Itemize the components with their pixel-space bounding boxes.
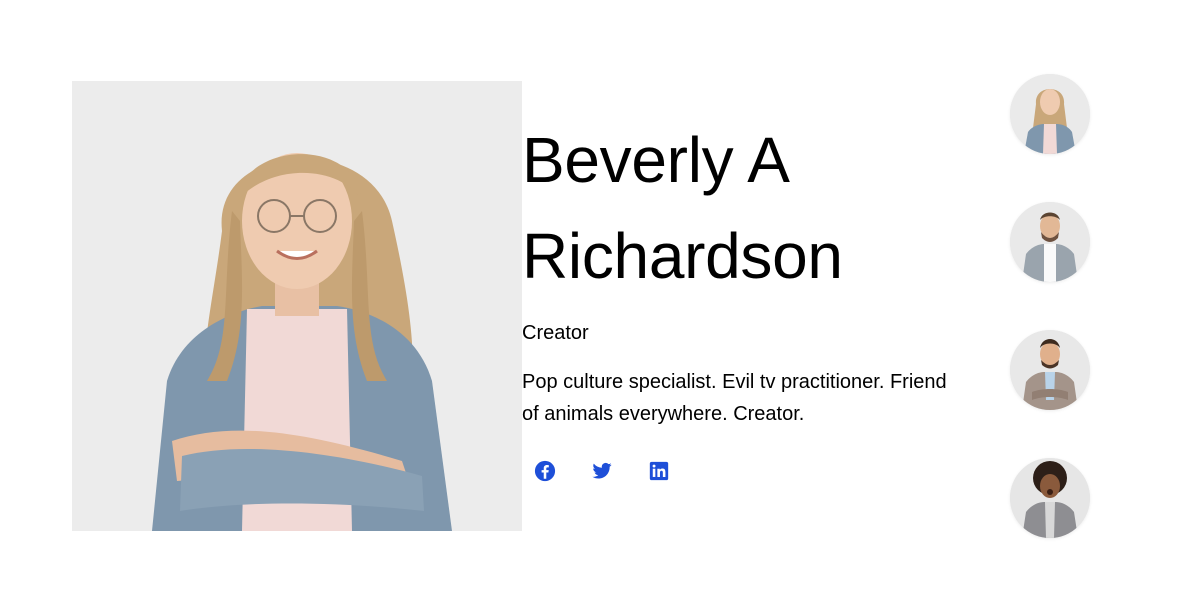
facebook-link[interactable] (534, 460, 556, 482)
twitter-icon (592, 462, 612, 479)
profile-role: Creator (522, 322, 589, 344)
linkedin-icon (649, 461, 669, 481)
team-avatar-2[interactable] (1010, 202, 1090, 282)
profile-name: Beverly A Richardson (522, 112, 962, 304)
profile-name-line2: Richardson (522, 220, 843, 292)
team-avatar-1[interactable] (1010, 74, 1090, 154)
twitter-link[interactable] (591, 460, 613, 482)
profile-bio: Pop culture specialist. Evil tv practiti… (522, 371, 947, 425)
profile-details: Beverly A Richardson Creator Pop culture… (522, 112, 962, 482)
profile-name-line1: Beverly A (522, 124, 790, 196)
profile-photo (72, 81, 522, 531)
team-avatar-list (1010, 74, 1090, 586)
linkedin-link[interactable] (648, 460, 670, 482)
facebook-icon (534, 460, 556, 482)
team-avatar-4[interactable] (1010, 458, 1090, 538)
team-profile-section: Beverly A Richardson Creator Pop culture… (0, 0, 1200, 612)
social-links (522, 460, 962, 482)
team-avatar-3[interactable] (1010, 330, 1090, 410)
